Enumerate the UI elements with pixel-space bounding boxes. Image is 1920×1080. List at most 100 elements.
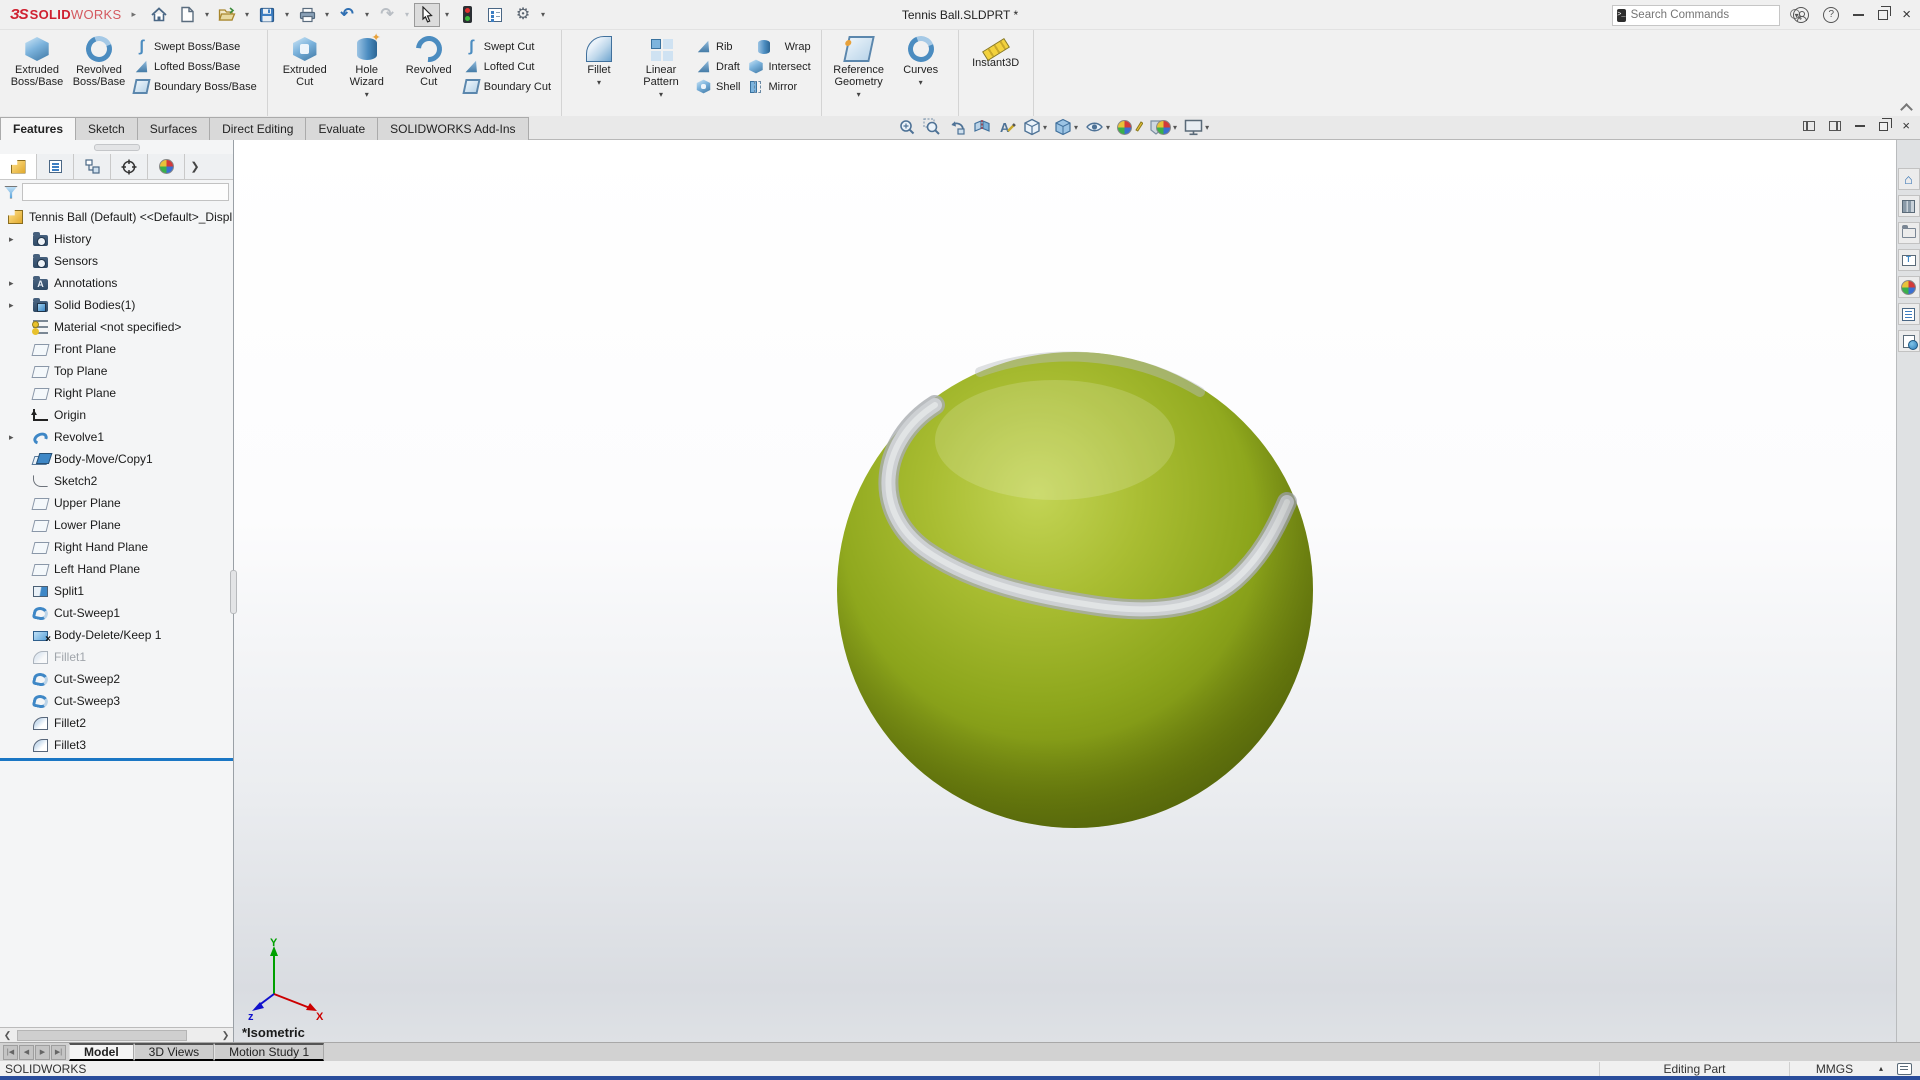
apply-scene-dropdown[interactable]: ▾ — [1173, 123, 1177, 132]
view-orientation-dropdown[interactable]: ▾ — [1043, 123, 1047, 132]
pane-right-button[interactable] — [1829, 121, 1841, 131]
units-dropdown-icon[interactable]: ▴ — [1879, 1064, 1883, 1073]
tab-surfaces[interactable]: Surfaces — [137, 117, 210, 140]
reference-geometry-button[interactable]: Reference Geometry▾ — [828, 33, 890, 116]
open-button[interactable] — [214, 3, 240, 27]
boundary-boss-base-button[interactable]: Boundary Boss/Base — [130, 77, 261, 96]
performance-evaluation-button[interactable] — [454, 3, 480, 27]
new-document-button[interactable] — [174, 3, 200, 27]
tree-filter-input[interactable] — [22, 183, 229, 201]
dynamic-annotation-views-button[interactable]: A — [998, 118, 1016, 136]
fillet-button[interactable]: Fillet▾ — [568, 33, 630, 116]
expand-arrow-icon[interactable]: ▸ — [9, 234, 19, 245]
tree-item-fillet1[interactable]: Fillet1 — [0, 646, 233, 668]
restore-button[interactable] — [1877, 3, 1889, 27]
taskpane-design-library-button[interactable] — [1898, 195, 1920, 217]
status-tag-icon[interactable] — [1897, 1063, 1912, 1075]
close-button[interactable]: × — [1901, 3, 1912, 27]
tree-item-revolve1[interactable]: ▸Revolve1 — [0, 426, 233, 448]
display-style-dropdown[interactable]: ▾ — [1074, 123, 1078, 132]
home-button[interactable] — [146, 3, 172, 27]
tab-dimxpert-manager[interactable] — [111, 154, 148, 179]
tree-item-left-hand-plane[interactable]: Left Hand Plane — [0, 558, 233, 580]
first-tab-button[interactable]: |◀ — [3, 1045, 18, 1060]
rib-button[interactable]: Rib — [692, 37, 744, 56]
panel-splitter-handle[interactable] — [230, 570, 237, 614]
tree-item-body-delete-keep-1[interactable]: Body-Delete/Keep 1 — [0, 624, 233, 646]
new-document-dropdown[interactable]: ▾ — [202, 10, 212, 19]
units-selector[interactable]: MMGS — [1789, 1062, 1879, 1076]
scroll-thumb[interactable] — [17, 1030, 187, 1041]
tree-item-body-move-copy1[interactable]: Body-Move/Copy1 — [0, 448, 233, 470]
taskpane-home-button[interactable]: ⌂ — [1898, 168, 1920, 190]
rollback-bar[interactable] — [0, 758, 233, 761]
swept-cut-button[interactable]: Swept Cut — [460, 37, 555, 56]
hide-show-items-dropdown[interactable]: ▾ — [1106, 123, 1110, 132]
tab-configuration-manager[interactable] — [74, 154, 111, 179]
hide-show-items-button[interactable]: ▾ — [1085, 118, 1110, 136]
graphics-area[interactable]: Y X z *Isometric — [234, 140, 1896, 1042]
help-button[interactable]: ? — [1822, 3, 1840, 27]
tree-item-root[interactable]: Tennis Ball (Default) <<Default>_Displ — [0, 206, 233, 228]
view-settings-button[interactable]: ▾ — [1184, 119, 1209, 136]
expand-arrow-icon[interactable]: ▸ — [9, 300, 19, 311]
command-manager-button[interactable] — [482, 3, 508, 27]
undo-dropdown[interactable]: ▾ — [362, 10, 372, 19]
next-tab-button[interactable]: ▶ — [35, 1045, 50, 1060]
panel-grip[interactable] — [94, 144, 140, 151]
taskpane-view-palette-button[interactable] — [1898, 249, 1920, 271]
tree-item-front-plane[interactable]: Front Plane — [0, 338, 233, 360]
hole-wizard-dropdown[interactable]: ▾ — [365, 90, 369, 99]
open-dropdown[interactable]: ▾ — [242, 10, 252, 19]
tab-evaluate[interactable]: Evaluate — [305, 117, 378, 140]
tree-item-material-not-specified[interactable]: Material <not specified> — [0, 316, 233, 338]
intersect-button[interactable]: Intersect — [744, 57, 814, 76]
document-tab-motion-study-1[interactable]: Motion Study 1 — [214, 1043, 324, 1061]
zoom-to-area-button[interactable] — [923, 118, 941, 136]
view-settings-dropdown[interactable]: ▾ — [1205, 123, 1209, 132]
swept-boss-base-button[interactable]: Swept Boss/Base — [130, 37, 261, 56]
extruded-cut-button[interactable]: Extruded Cut — [274, 33, 336, 116]
save-button[interactable] — [254, 3, 280, 27]
extruded-boss-base-button[interactable]: Extruded Boss/Base — [6, 33, 68, 116]
zoom-to-fit-button[interactable] — [898, 118, 916, 136]
select-button[interactable] — [414, 3, 440, 27]
fillet-dropdown[interactable]: ▾ — [597, 78, 601, 87]
scroll-track[interactable] — [15, 1029, 218, 1042]
taskpane-file-explorer-button[interactable] — [1898, 222, 1920, 244]
expand-arrow-icon[interactable]: ▸ — [9, 278, 19, 289]
tree-item-origin[interactable]: Origin — [0, 404, 233, 426]
tab-display-manager[interactable] — [148, 154, 185, 179]
tab-direct-editing[interactable]: Direct Editing — [209, 117, 306, 140]
tennis-ball-model[interactable] — [815, 330, 1335, 1042]
redo-dropdown[interactable]: ▾ — [402, 10, 412, 19]
wrap-button[interactable]: Wrap — [744, 37, 814, 56]
tab-features[interactable]: Features — [0, 117, 76, 140]
doc-close-button[interactable]: × — [1902, 119, 1910, 133]
last-tab-button[interactable]: ▶| — [51, 1045, 66, 1060]
tree-item-history[interactable]: ▸History — [0, 228, 233, 250]
tab-featuremanager-design-tree[interactable] — [0, 154, 37, 179]
tree-item-lower-plane[interactable]: Lower Plane — [0, 514, 233, 536]
lofted-cut-button[interactable]: Lofted Cut — [460, 57, 555, 76]
tree-item-solid-bodies-1[interactable]: ▸Solid Bodies(1) — [0, 294, 233, 316]
expand-arrow-icon[interactable]: ▸ — [9, 432, 19, 443]
instant3d-button[interactable]: Instant3D — [965, 33, 1027, 116]
tree-item-fillet3[interactable]: Fillet3 — [0, 734, 233, 756]
taskpane-custom-properties-button[interactable] — [1898, 303, 1920, 325]
undo-button[interactable]: ↶ — [334, 3, 360, 27]
apply-scene-button[interactable]: ▾ — [1150, 120, 1177, 135]
lofted-boss-base-button[interactable]: Lofted Boss/Base — [130, 57, 261, 76]
select-dropdown[interactable]: ▾ — [442, 10, 452, 19]
prev-tab-button[interactable]: ◀ — [19, 1045, 34, 1060]
pane-left-button[interactable] — [1803, 121, 1815, 131]
linear-pattern-button[interactable]: Linear Pattern▾ — [630, 33, 692, 116]
tree-item-split1[interactable]: Split1 — [0, 580, 233, 602]
document-tab-model[interactable]: Model — [69, 1043, 134, 1061]
previous-view-button[interactable] — [948, 118, 966, 136]
expand-pane-button[interactable]: ❯ — [185, 154, 205, 179]
scroll-left-arrow[interactable]: ❮ — [0, 1030, 15, 1041]
taskpane-forum-button[interactable] — [1898, 330, 1920, 352]
linear-pattern-dropdown[interactable]: ▾ — [659, 90, 663, 99]
curves-dropdown[interactable]: ▾ — [919, 78, 923, 87]
